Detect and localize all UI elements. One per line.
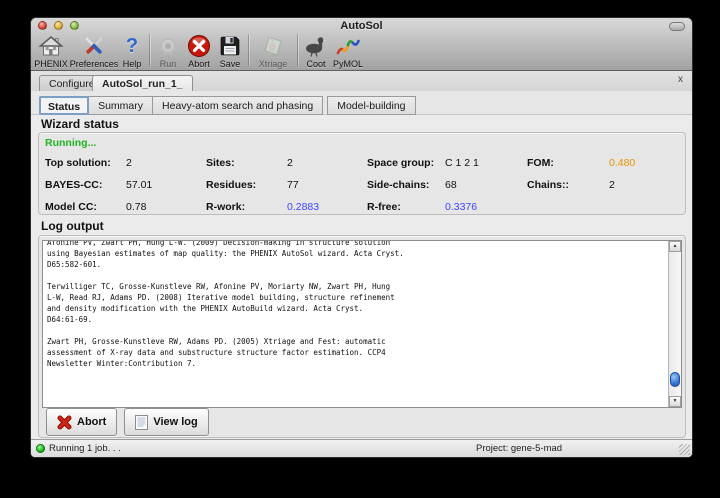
log-text-area[interactable]: Afonine PV, Zwart PH, Hung L-W. (2009) D… — [42, 240, 682, 408]
preferences-tools-icon — [82, 33, 106, 59]
value-space-group: C 1 2 1 — [445, 157, 479, 169]
value-fom: 0.480 — [609, 157, 635, 169]
toolbar-separator — [248, 34, 249, 66]
value-residues: 77 — [287, 179, 299, 191]
value-side-chains: 68 — [445, 179, 457, 191]
titlebar[interactable]: AutoSol — [31, 18, 692, 32]
wizard-status-heading: Wizard status — [41, 117, 119, 131]
toolbar-label: PyMOL — [333, 59, 363, 69]
subtab-band: Status Summary Heavy-atom search and pha… — [31, 91, 692, 115]
toolbar-item-abort[interactable]: Abort — [182, 32, 216, 69]
resize-grip[interactable] — [679, 444, 690, 455]
tab-status[interactable]: Status — [39, 96, 89, 115]
status-bar: Running 1 job. . . Project: gene-5-mad — [31, 439, 692, 457]
label-bayes-cc: BAYES-CC: — [45, 179, 102, 191]
toolbar-label: Abort — [188, 59, 210, 69]
tab-summary[interactable]: Summary — [88, 96, 153, 115]
abort-button[interactable]: Abort — [46, 408, 117, 436]
wizard-status-panel: Running... Top solution: 2 Sites: 2 Spac… — [38, 132, 686, 215]
log-text: Afonine PV, Zwart PH, Hung L-W. (2009) D… — [43, 240, 681, 369]
view-log-button-label: View log — [153, 416, 197, 428]
scrollbar-thumb[interactable] — [670, 372, 680, 387]
view-log-button[interactable]: View log — [124, 408, 208, 436]
value-chains: 2 — [609, 179, 615, 191]
toolbar-separator — [297, 34, 298, 66]
autosol-window: AutoSol PHENIX — [30, 17, 693, 458]
label-side-chains: Side-chains: — [367, 179, 429, 191]
tab-heavy-atom-search[interactable]: Heavy-atom search and phasing — [152, 96, 323, 115]
toolbar: PHENIX — [31, 32, 692, 70]
toolbar-label: Xtriage — [259, 59, 288, 69]
toolbar-item-pymol[interactable]: PyMOL — [330, 32, 366, 69]
running-status-dot-icon — [36, 444, 45, 453]
toolbar-label: Run — [160, 59, 177, 69]
status-bar-project: Project: gene-5-mad — [476, 443, 562, 454]
close-tab-icon[interactable]: x — [678, 74, 683, 86]
coot-bird-icon — [304, 33, 328, 59]
abort-x-icon — [57, 415, 72, 430]
label-fom: FOM: — [527, 157, 554, 169]
toolbar-label: Coot — [306, 59, 325, 69]
toolbar-toggle-button[interactable] — [669, 22, 685, 31]
window-header: AutoSol PHENIX — [31, 18, 692, 71]
screenshot-root: AutoSol PHENIX — [0, 0, 720, 498]
log-output-panel: Afonine PV, Zwart PH, Hung L-W. (2009) D… — [38, 235, 686, 438]
label-r-free: R-free: — [367, 201, 401, 213]
save-floppy-icon — [219, 33, 241, 59]
toolbar-item-coot[interactable]: Coot — [302, 32, 330, 69]
pymol-ribbon-icon — [335, 33, 361, 59]
toolbar-separator — [149, 34, 150, 66]
running-status-text: Running... — [45, 137, 96, 149]
log-output-heading: Log output — [41, 219, 104, 233]
phenix-home-icon — [38, 33, 64, 59]
toolbar-label: Save — [220, 59, 241, 69]
xtriage-crystal-icon — [261, 33, 285, 59]
toolbar-item-xtriage[interactable]: Xtriage — [253, 32, 293, 69]
label-r-work: R-work: — [206, 201, 245, 213]
label-space-group: Space group: — [367, 157, 434, 169]
toolbar-item-save[interactable]: Save — [216, 32, 244, 69]
value-model-cc: 0.78 — [126, 201, 146, 213]
toolbar-item-phenix[interactable]: PHENIX — [33, 32, 69, 69]
value-r-work: 0.2883 — [287, 201, 319, 213]
tab-model-building[interactable]: Model-building — [327, 96, 415, 115]
traffic-lights — [38, 21, 79, 30]
toolbar-item-run[interactable]: Run — [154, 32, 182, 69]
value-top-solution: 2 — [126, 157, 132, 169]
value-r-free: 0.3376 — [445, 201, 477, 213]
value-sites: 2 — [287, 157, 293, 169]
toolbar-label: Help — [123, 59, 142, 69]
scroll-down-icon[interactable]: ▼ — [669, 396, 681, 407]
run-gear-icon — [156, 33, 180, 59]
abort-circle-icon — [187, 33, 211, 59]
label-sites: Sites: — [206, 157, 235, 169]
toolbar-label: PHENIX — [34, 59, 68, 69]
status-bar-message: Running 1 job. . . — [49, 443, 121, 454]
log-scrollbar[interactable]: ▲ ▼ — [668, 241, 681, 407]
help-question-icon: ? — [126, 33, 138, 59]
log-button-row: Abort View log — [46, 408, 209, 436]
label-model-cc: Model CC: — [45, 201, 97, 213]
notebook-tab-band: Configure AutoSol_run_1_ x — [31, 71, 692, 92]
value-bayes-cc: 57.01 — [126, 179, 152, 191]
document-icon — [135, 415, 148, 430]
label-residues: Residues: — [206, 179, 256, 191]
zoom-window-button[interactable] — [70, 21, 79, 30]
minimize-window-button[interactable] — [54, 21, 63, 30]
scroll-up-icon[interactable]: ▲ — [669, 241, 681, 252]
label-top-solution: Top solution: — [45, 157, 111, 169]
close-window-button[interactable] — [38, 21, 47, 30]
toolbar-item-preferences[interactable]: Preferences — [69, 32, 119, 69]
toolbar-item-help[interactable]: ? Help — [119, 32, 145, 69]
tab-autosol-run-1[interactable]: AutoSol_run_1_ — [92, 75, 193, 92]
toolbar-label: Preferences — [70, 59, 119, 69]
label-chains: Chains:: — [527, 179, 569, 191]
abort-button-label: Abort — [77, 416, 106, 428]
